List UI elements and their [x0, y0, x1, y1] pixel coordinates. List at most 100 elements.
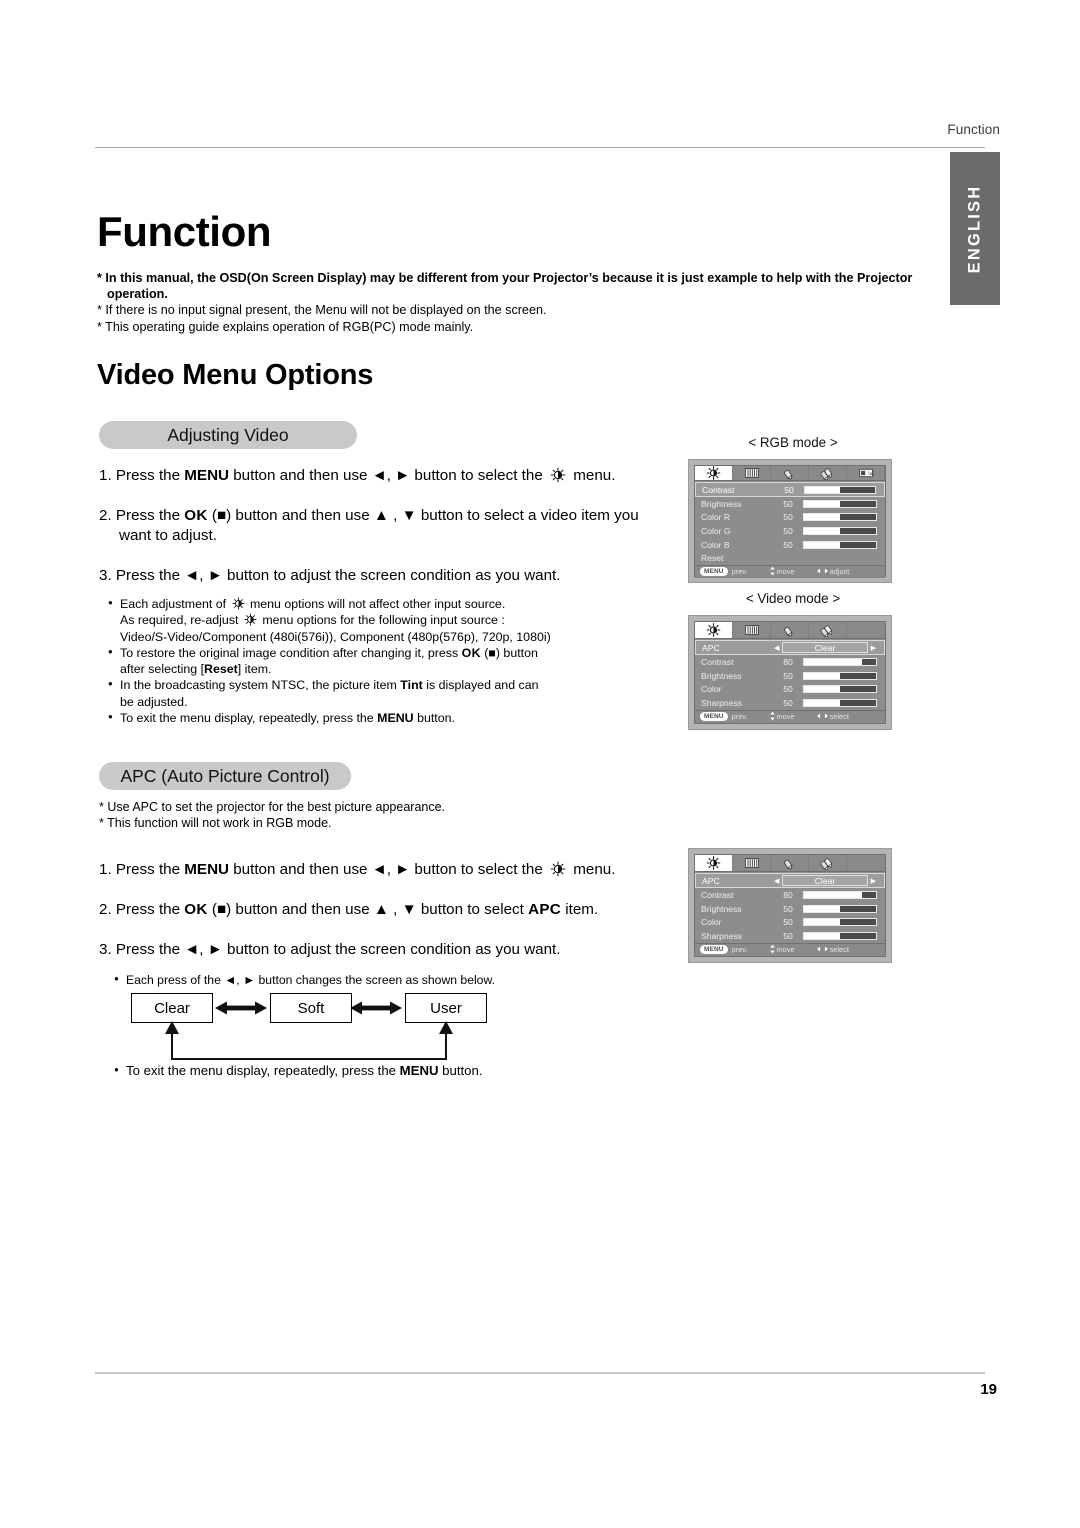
osd-tab-double-pencil-icon[interactable] [809, 855, 847, 872]
osd-row-color-b[interactable]: Color B 50 [695, 538, 885, 552]
bullet-1-line3: Video/S-Video/Component (480i(576i)), Co… [120, 629, 551, 644]
osd-rgb-footer: MENU prev. move adjust [695, 564, 885, 578]
osd-row-color[interactable]: Color 50 [695, 683, 885, 697]
bullet-1-a: Each adjustment of [120, 597, 230, 611]
osd-row-value: 80 [783, 657, 793, 668]
page-title: Function [97, 208, 272, 255]
apc-step-1-mid: button and then use ◄, ► button to selec… [229, 861, 547, 878]
svg-text:\u25A0: \u25A0 [868, 471, 874, 477]
step-3: 3. Press the ◄, ► button to adjust the s… [99, 566, 679, 586]
adjusting-video-bullets: Each adjustment of menu options will not… [106, 595, 666, 726]
osd-apc-tabbar [695, 855, 885, 873]
osd-row-color-g[interactable]: Color G 50 [695, 524, 885, 538]
osd-row-value: 50 [783, 539, 793, 550]
osd-row-selector[interactable]: ◀ Clear ▶ [774, 642, 876, 654]
osd-row-slider[interactable] [803, 499, 877, 508]
osd-row-label: Contrast [701, 657, 734, 668]
osd-row-slider[interactable] [803, 698, 877, 707]
apc-step-2-apc-bold: APC [528, 901, 562, 918]
step-1-menu-bold: MENU [184, 467, 229, 484]
osd-row-slider[interactable] [803, 904, 877, 913]
bullet-3: In the broadcasting system NTSC, the pic… [106, 676, 666, 710]
bullet-4-menu: MENU [377, 711, 414, 726]
osd-row-brightness[interactable]: Brightness 50 [695, 669, 885, 683]
osd-row-color[interactable]: Color 50 [695, 916, 885, 930]
osd-row-slider[interactable] [804, 485, 876, 494]
osd-row-slider[interactable] [803, 918, 877, 927]
step-1: 1. Press the MENU button and then use ◄,… [99, 466, 679, 486]
section-title: Video Menu Options [97, 359, 374, 391]
osd-menu-rgb: \u25A0 Contrast 50 Brightness 50 Color R… [688, 459, 892, 583]
osd-footer-action-group: select [816, 712, 849, 721]
chevron-left-icon[interactable]: ◀ [774, 644, 779, 652]
osd-row-color-r[interactable]: Color R 50 [695, 511, 885, 525]
bullet-2-reset: Reset [204, 662, 238, 677]
osd-row-sharpness[interactable]: Sharpness 50 [695, 696, 885, 710]
osd-row-slider[interactable] [803, 540, 877, 549]
osd-footer-move-group: move [769, 566, 795, 578]
osd-row-label: Color [701, 684, 722, 695]
apc-step-1-pre: Press the [115, 861, 185, 878]
note-1: * In this manual, the OSD(On Screen Disp… [97, 271, 913, 285]
osd-tab-pencil-icon[interactable] [771, 855, 809, 872]
osd-tab-brightness-sun-icon[interactable] [695, 622, 733, 639]
osd-row-slider[interactable] [803, 513, 877, 522]
osd-tab-pencil-icon[interactable] [771, 622, 809, 639]
apc-step-2: 2. Press the OK (■) button and then use … [99, 900, 679, 920]
apc-step-3-text: Press the ◄, ► button to adjust the scre… [115, 941, 561, 958]
osd-footer-move: move [776, 945, 795, 955]
osd-row-label: Brightness [701, 670, 742, 681]
osd-row-slider[interactable] [803, 658, 877, 667]
bullet-2-line2-a: after selecting [ [120, 662, 205, 677]
osd-row-brightness[interactable]: Brightness 50 [695, 902, 885, 916]
osd-tab-brightness-sun-icon[interactable] [695, 466, 733, 480]
step-3-text: Press the ◄, ► button to adjust the scre… [115, 567, 561, 584]
osd-row-contrast[interactable]: Contrast 80 [695, 655, 885, 669]
step-2-pre: Press the [115, 507, 185, 524]
osd-tab-screen-grid-icon[interactable] [733, 622, 771, 639]
step-1-post: menu. [573, 467, 616, 484]
osd-tab-double-pencil-icon[interactable] [809, 466, 847, 480]
osd-tab-brightness-sun-icon[interactable] [695, 855, 733, 872]
apc-step-1-post: menu. [573, 861, 616, 878]
osd-row-selector[interactable]: ◀ Clear ▶ [774, 875, 876, 887]
osd-row-label: Contrast [701, 890, 734, 901]
osd-row-slider[interactable] [803, 671, 877, 680]
osd-tab-double-pencil-icon[interactable] [809, 622, 847, 639]
bullet-2-a: To restore the original image condition … [120, 645, 462, 660]
chevron-left-icon[interactable]: ◀ [774, 877, 779, 885]
apc-step-3-number: 3. [99, 941, 112, 958]
osd-row-sharpness[interactable]: Sharpness 50 [695, 929, 885, 943]
chevron-right-icon[interactable]: ▶ [871, 877, 876, 885]
bullet-2-line2-b: ] item. [237, 662, 272, 677]
osd-row-contrast[interactable]: Contrast 80 [695, 888, 885, 902]
osd-row-slider[interactable] [803, 891, 877, 900]
osd-row-slider[interactable] [803, 685, 877, 694]
osd-tab-pencil-icon[interactable] [771, 466, 809, 480]
osd-footer-move: move [776, 712, 795, 722]
osd-tab-screen-grid-icon[interactable] [733, 466, 771, 480]
brightness-sun-icon [547, 467, 569, 483]
osd-footer-move: move [776, 567, 795, 577]
brightness-sun-icon [242, 613, 259, 626]
osd-row-apc[interactable]: APC ◀ Clear ▶ [695, 640, 885, 656]
bullet-1-line2-a: As required, re-adjust [120, 613, 242, 628]
osd-row-reset[interactable]: Reset [695, 551, 885, 565]
osd-row-slider[interactable] [803, 931, 877, 940]
flow-loop-arrow-icon [131, 1019, 461, 1067]
apc-note-1: * Use APC to set the projector for the b… [99, 800, 446, 814]
up-down-arrows-icon [769, 566, 775, 578]
osd-footer-prev: prev. [731, 712, 748, 722]
osd-row-label: Reset [701, 553, 724, 564]
chevron-right-icon[interactable]: ▶ [871, 644, 876, 652]
osd-tab-display-card-icon[interactable]: \u25A0 [847, 466, 885, 480]
bullet-2-ok: OK [461, 645, 481, 660]
osd-row-slider[interactable] [803, 526, 877, 535]
osd-row-contrast[interactable]: Contrast 50 [695, 482, 885, 497]
osd-row-apc[interactable]: APC ◀ Clear ▶ [695, 873, 885, 889]
osd-tab-screen-grid-icon[interactable] [733, 855, 771, 872]
osd-caption-rgb: < RGB mode > [748, 435, 838, 450]
osd-row-brightness[interactable]: Brightness 50 [695, 497, 885, 511]
apc-step-1-menu-bold: MENU [184, 861, 229, 878]
up-down-arrows-icon [769, 711, 775, 723]
